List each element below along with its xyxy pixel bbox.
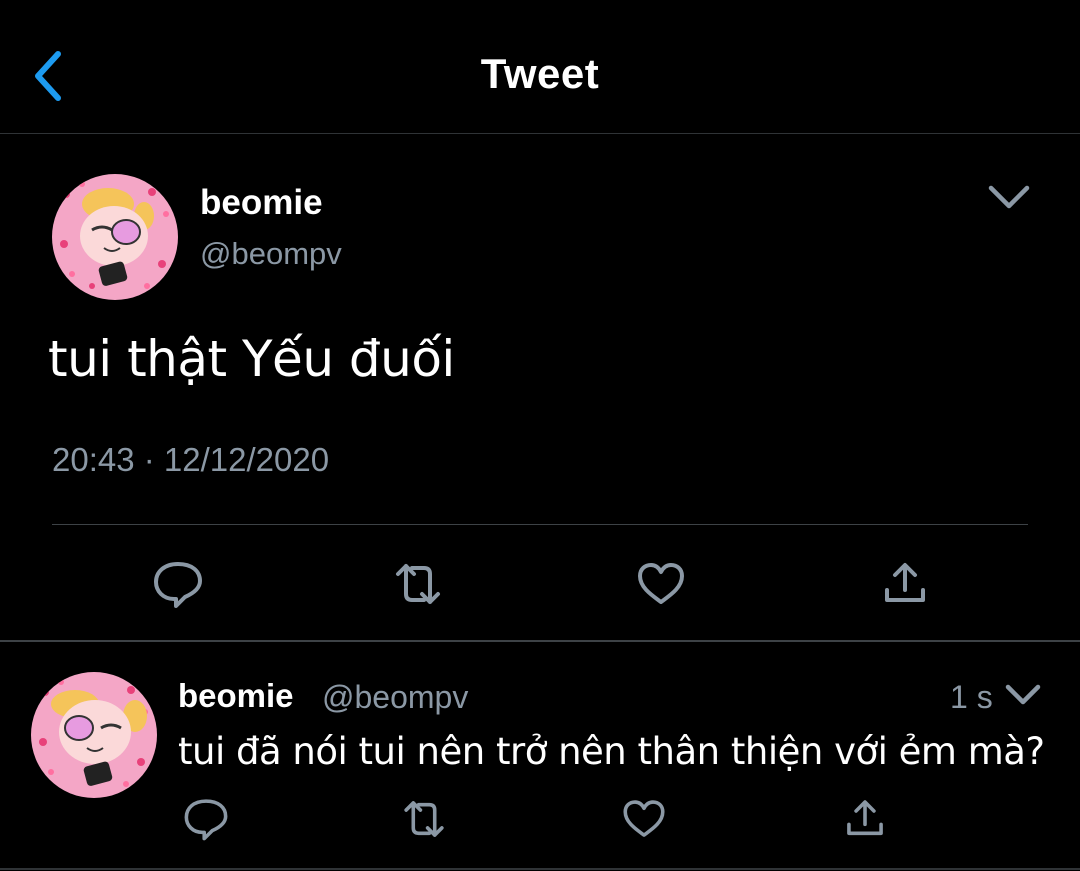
share-icon[interactable] — [840, 794, 890, 844]
page-title: Tweet — [480, 50, 600, 97]
divider — [52, 524, 1028, 525]
reply-icon[interactable] — [181, 794, 231, 844]
retweet-icon[interactable] — [399, 794, 449, 844]
tweet-text: tui thật Yếu đuối — [48, 330, 455, 388]
display-name[interactable]: beomie — [200, 183, 323, 223]
divider — [0, 868, 1080, 870]
share-icon[interactable] — [877, 556, 933, 612]
like-icon[interactable] — [619, 794, 669, 844]
avatar[interactable] — [52, 174, 178, 300]
chevron-down-icon[interactable] — [1003, 680, 1043, 710]
user-handle[interactable]: @beompv — [200, 236, 342, 272]
reply-text: tui đã nói tui nên trở nên thân thiện vớ… — [178, 730, 1045, 773]
like-icon[interactable] — [633, 556, 689, 612]
tweet-timestamp: 20:43 · 12/12/2020 — [52, 441, 330, 478]
user-handle[interactable]: @beompv — [322, 679, 468, 716]
divider — [0, 640, 1080, 642]
relative-time: 1 s — [950, 679, 993, 715]
chevron-down-icon[interactable] — [985, 180, 1033, 214]
avatar[interactable] — [31, 672, 157, 798]
display-name[interactable]: beomie — [178, 677, 294, 715]
top-bar: Tweet — [0, 0, 1080, 134]
reply-icon[interactable] — [150, 556, 206, 612]
retweet-icon[interactable] — [390, 556, 446, 612]
